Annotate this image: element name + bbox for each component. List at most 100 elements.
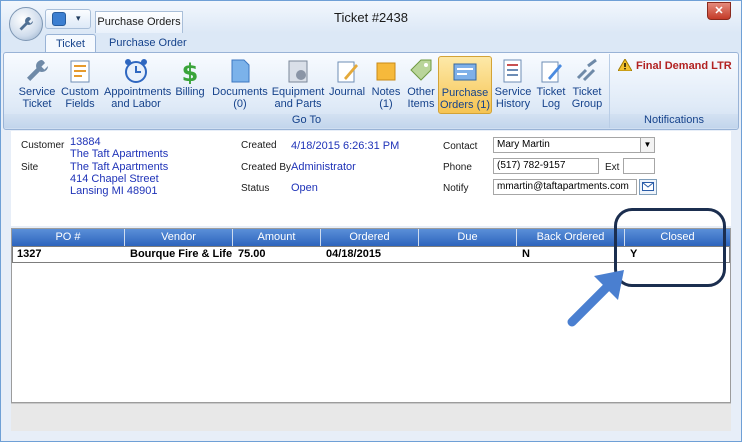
equipment-icon (288, 60, 308, 83)
ticket-log-button[interactable]: Ticket Log (534, 56, 568, 114)
notes-button[interactable]: Notes (1) (368, 56, 404, 114)
other-items-button[interactable]: Other Items (404, 56, 438, 114)
document-icon (231, 59, 250, 83)
contact-label: Contact (443, 141, 478, 152)
notes-label-2: (1) (379, 98, 393, 110)
email-button[interactable] (639, 179, 657, 195)
column-header-amount[interactable]: Amount (233, 229, 321, 246)
column-header-po-number[interactable]: PO # (12, 229, 125, 246)
notes-icon (376, 62, 396, 81)
purchase-orders-label-1: Purchase (441, 87, 489, 99)
tag-icon (410, 59, 432, 81)
service-history-label-1: Service (494, 86, 532, 98)
notifications-group-label: Notifications (610, 114, 738, 128)
column-header-ordered[interactable]: Ordered (321, 229, 419, 246)
ribbon-group-go-to: Service Ticket Custom Fields Appointment… (4, 54, 610, 128)
site-street: 414 Chapel Street (70, 173, 159, 185)
created-label: Created (241, 140, 277, 151)
ticket-log-label-1: Ticket (536, 86, 566, 98)
ribbon: Service Ticket Custom Fields Appointment… (3, 52, 739, 130)
service-history-label-2: History (495, 98, 531, 110)
journal-button[interactable]: Journal (326, 56, 368, 114)
column-header-due[interactable]: Due (419, 229, 517, 246)
tab-ticket[interactable]: Ticket (45, 34, 96, 53)
status-bar (11, 403, 731, 431)
appointments-label-2: and Labor (111, 98, 161, 110)
purchase-orders-button[interactable]: Purchase Orders (1) (438, 56, 492, 114)
service-ticket-label-2: Ticket (22, 98, 52, 110)
status-label: Status (241, 183, 270, 194)
column-header-back-ordered[interactable]: Back Ordered (517, 229, 625, 246)
ticket-group-label-1: Ticket (572, 86, 602, 98)
appointments-label-1: Appointments (104, 86, 172, 98)
customer-label: Customer (21, 140, 65, 151)
cell-ordered: 04/18/2015 (326, 248, 382, 260)
custom-fields-icon (70, 60, 90, 83)
go-to-group-label: Go To (4, 114, 609, 128)
ticket-group-button[interactable]: Ticket Group (568, 56, 606, 114)
equipment-label-1: Equipment (271, 86, 325, 98)
ticket-log-icon (541, 61, 562, 83)
ribbon-tabs: Ticket Purchase Order (1, 33, 741, 53)
envelope-icon (642, 182, 654, 191)
window-title: Ticket #2438 (334, 10, 408, 25)
custom-fields-button[interactable]: Custom Fields (60, 56, 100, 114)
phone-field[interactable]: (517) 782-9157 (493, 158, 599, 174)
documents-label-1: Documents (212, 86, 268, 98)
svg-text:$: $ (182, 59, 199, 84)
cell-back-ordered: N (522, 248, 530, 260)
warning-icon (618, 59, 632, 71)
custom-fields-label-1: Custom (61, 86, 99, 98)
site-city: Lansing MI 48901 (70, 185, 158, 197)
journal-label: Journal (328, 86, 366, 98)
customer-name-link[interactable]: The Taft Apartments (70, 148, 168, 160)
service-ticket-button[interactable]: Service Ticket (8, 56, 66, 114)
appointments-and-labor-button[interactable]: Appointments and Labor (104, 56, 172, 114)
close-button[interactable]: ✕ (707, 2, 731, 20)
created-value: 4/18/2015 6:26:31 PM (291, 140, 400, 152)
cell-po-number: 1327 (17, 248, 42, 260)
cell-vendor: Bourque Fire & Life Saf... (130, 248, 234, 260)
cell-amount: 75.00 (238, 248, 266, 260)
wrench-icon (27, 60, 48, 81)
customer-id-link[interactable]: 13884 (70, 136, 101, 148)
notify-label: Notify (443, 183, 469, 194)
phone-label: Phone (443, 162, 472, 173)
purchase-orders-icon (453, 63, 477, 81)
wrench-icon (19, 17, 33, 31)
chevron-down-icon[interactable]: ▼ (640, 138, 654, 152)
documents-button[interactable]: Documents (0) (212, 56, 268, 114)
ticket-log-label-2: Log (541, 98, 561, 110)
history-icon (503, 59, 522, 83)
ext-field[interactable] (623, 158, 655, 174)
notify-email-field[interactable]: mmartin@taftapartments.com (493, 179, 637, 195)
equipment-and-parts-button[interactable]: Equipment and Parts (270, 56, 326, 114)
billing-label: Billing (175, 86, 205, 98)
custom-fields-label-2: Fields (65, 98, 95, 110)
callout-arrow-icon (567, 270, 624, 327)
cell-due (420, 247, 518, 262)
ext-label: Ext (605, 162, 620, 173)
service-ticket-label-1: Service (18, 86, 56, 98)
purchase-orders-label-2: Orders (1) (439, 99, 491, 111)
title-bar: ▾ Purchase Orders Ticket #2438 ✕ (1, 1, 741, 41)
dollar-icon: $ (182, 59, 199, 84)
journal-icon (337, 61, 358, 83)
notes-label-1: Notes (371, 86, 401, 98)
contact-select-value: Mary Martin (497, 139, 550, 150)
ticket-group-label-2: Group (571, 98, 603, 110)
column-header-vendor[interactable]: Vendor (125, 229, 233, 246)
contact-select[interactable]: Mary Martin ▼ (493, 137, 655, 153)
created-by-label: Created By (241, 162, 292, 173)
billing-button[interactable]: $ Billing (170, 56, 210, 114)
equipment-label-2: and Parts (274, 98, 322, 110)
other-items-label-2: Items (407, 98, 435, 110)
status-value: Open (291, 182, 318, 194)
final-demand-notification[interactable]: Final Demand LTR (636, 60, 732, 72)
ribbon-group-notifications: Final Demand LTR Notifications (610, 54, 738, 128)
service-history-button[interactable]: Service History (494, 56, 532, 114)
other-items-label-1: Other (407, 86, 435, 98)
site-name-link[interactable]: The Taft Apartments (70, 161, 168, 173)
app-menu-button[interactable] (9, 7, 43, 41)
tab-purchase-order[interactable]: Purchase Order (99, 34, 197, 53)
